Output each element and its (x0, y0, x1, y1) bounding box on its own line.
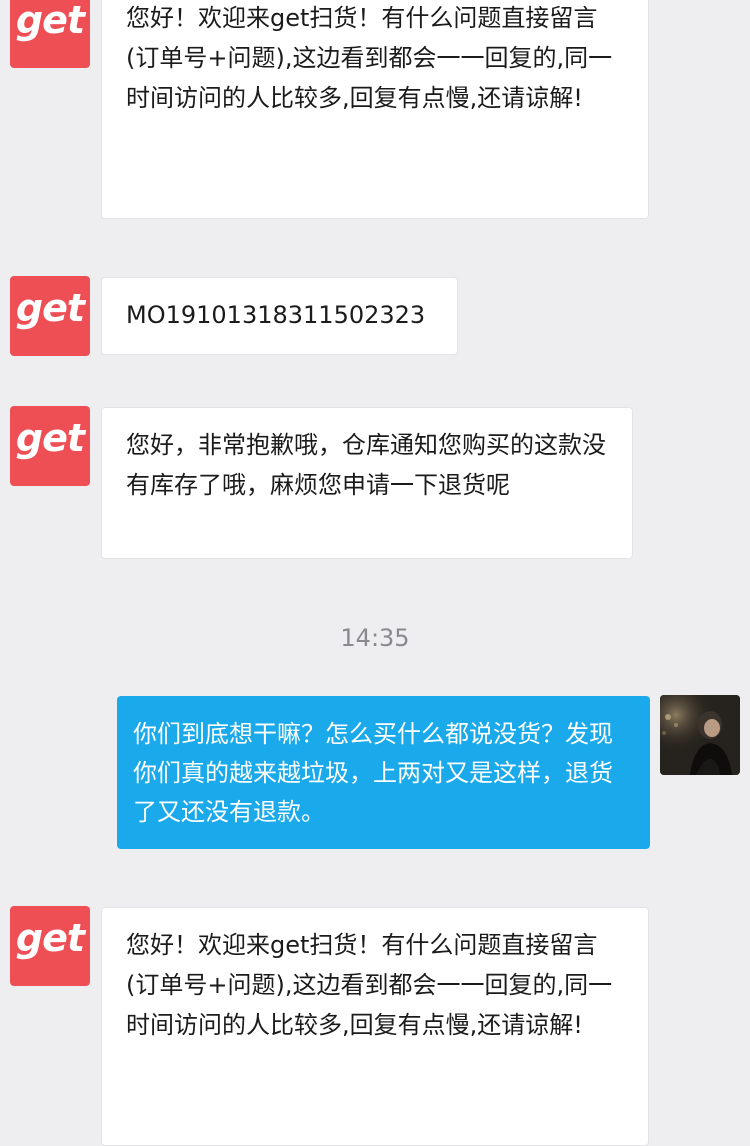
message-text: 您好！欢迎来get扫货！有什么问题直接留言(订单号+问题),这边看到都会一一回复… (126, 931, 613, 1039)
get-logo: get (15, 286, 85, 330)
message-text: 您好，非常抱歉哦，仓库通知您购买的这款没有库存了哦，麻烦您申请一下退货呢 (126, 431, 606, 499)
get-avatar[interactable]: get (10, 0, 90, 68)
get-avatar[interactable]: get (10, 406, 90, 486)
get-logo: get (15, 416, 85, 460)
user-avatar[interactable] (660, 695, 740, 775)
message-timestamp: 14:35 (340, 624, 410, 652)
sent-message-bubble[interactable]: 你们到底想干嘛？怎么买什么都说没货？发现你们真的越来越垃圾，上两对又是这样，退货… (117, 696, 650, 849)
user-photo (660, 695, 740, 775)
get-avatar[interactable]: get (10, 906, 90, 986)
get-logo: get (15, 916, 85, 960)
received-message-bubble[interactable]: MO19101318311502323 (101, 277, 458, 355)
get-logo: get (15, 0, 85, 42)
get-avatar[interactable]: get (10, 276, 90, 356)
received-message-bubble[interactable]: 您好！欢迎来get扫货！有什么问题直接留言(订单号+问题),这边看到都会一一回复… (101, 907, 649, 1146)
message-text: 您好！欢迎来get扫货！有什么问题直接留言(订单号+问题),这边看到都会一一回复… (126, 4, 613, 112)
message-text: MO19101318311502323 (126, 301, 426, 329)
received-message-bubble[interactable]: 您好！欢迎来get扫货！有什么问题直接留言(订单号+问题),这边看到都会一一回复… (101, 0, 649, 219)
received-message-bubble[interactable]: 您好，非常抱歉哦，仓库通知您购买的这款没有库存了哦，麻烦您申请一下退货呢 (101, 407, 633, 559)
message-text: 你们到底想干嘛？怎么买什么都说没货？发现你们真的越来越垃圾，上两对又是这样，退货… (133, 720, 613, 826)
